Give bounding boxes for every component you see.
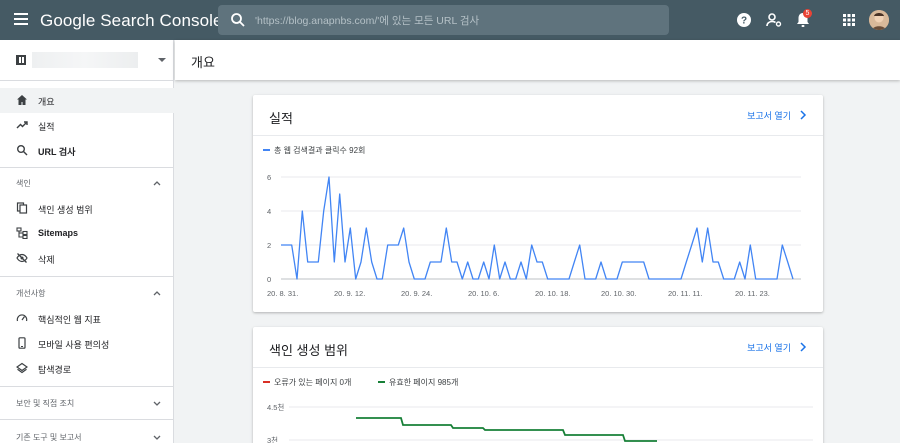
divider — [0, 167, 174, 168]
section-legacy-tools[interactable]: 기존 도구 및 보고서 — [0, 424, 174, 443]
sidebar-item-core-web-vitals[interactable]: 핵심적인 웹 지표 — [0, 306, 174, 331]
notification-badge: 5 — [803, 9, 812, 18]
sidebar-item-removals[interactable]: 삭제 — [0, 246, 174, 271]
divider — [0, 386, 174, 387]
page-header: 개요 — [175, 40, 900, 80]
x-tick-label: 20. 8. 31. — [267, 289, 298, 298]
x-tick-label: 20. 9. 12. — [334, 289, 365, 298]
y-tick-label: 6 — [267, 173, 271, 182]
y-tick-label: 4.5천 — [267, 402, 284, 412]
trending-icon — [16, 121, 28, 129]
top-app-bar: Google Search Console 'https://blog.anap… — [0, 0, 900, 40]
eye-off-icon — [16, 253, 28, 263]
phone-icon — [18, 337, 26, 349]
search-input-placeholder[interactable]: 'https://blog.anapnbs.com/'에 있는 모든 URL 검… — [255, 13, 479, 28]
section-label: 개선사항 — [16, 289, 46, 298]
home-icon — [17, 95, 27, 105]
sidebar-item-label: 색인 생성 범위 — [38, 205, 93, 215]
sidebar-item-mobile-usability[interactable]: 모바일 사용 편의성 — [0, 331, 174, 356]
chevron-down-icon[interactable] — [158, 58, 166, 62]
search-icon — [231, 13, 245, 27]
coverage-chart: 4.5천 3천 — [267, 402, 813, 443]
property-icon — [16, 55, 26, 65]
layers-icon — [16, 362, 28, 374]
sidebar-item-overview[interactable]: 개요 — [0, 88, 174, 113]
divider — [0, 419, 174, 420]
x-tick-label: 20. 11. 23. — [735, 289, 770, 298]
menu-icon[interactable] — [14, 13, 28, 25]
chevron-up-icon[interactable] — [153, 289, 161, 297]
sidebar-item-breadcrumbs[interactable]: 탐색경로 — [0, 356, 174, 381]
y-tick-label: 0 — [267, 275, 271, 284]
property-selector[interactable] — [0, 40, 174, 81]
section-label: 보안 및 직접 조치 — [16, 399, 75, 408]
sidebar-item-label: URL 검사 — [38, 147, 76, 157]
url-inspection-search[interactable]: 'https://blog.anapnbs.com/'에 있는 모든 URL 검… — [218, 5, 669, 35]
index-coverage-card: 색인 생성 범위 보고서 열기 오류가 있는 페이지 0개 유효한 페이지 98… — [253, 327, 823, 443]
divider — [0, 276, 174, 277]
section-security[interactable]: 보안 및 직접 조치 — [0, 390, 174, 415]
performance-card: 실적 보고서 열기 총 웹 검색결과 클릭수 92회 0 2 4 6 20. 8. 31… — [253, 95, 823, 312]
svg-text:?: ? — [741, 16, 747, 27]
search-icon — [17, 145, 28, 156]
property-name-blurred — [32, 52, 138, 68]
sidebar-item-label: 개요 — [38, 97, 55, 107]
sidebar-item-sitemaps[interactable]: Sitemaps — [0, 221, 174, 246]
section-enhancements[interactable]: 개선사항 — [0, 280, 174, 305]
section-index[interactable]: 색인 — [0, 170, 174, 195]
chevron-down-icon[interactable] — [153, 399, 161, 407]
app-title[interactable]: Google Search Console — [40, 11, 223, 31]
x-tick-label: 20. 10. 18. — [535, 289, 570, 298]
x-tick-label: 20. 10. 6. — [468, 289, 499, 298]
sidebar-item-label: 삭제 — [38, 255, 55, 265]
page-title: 개요 — [191, 55, 215, 70]
x-tick-label: 20. 11. 11. — [668, 289, 702, 298]
y-tick-label: 3천 — [267, 435, 278, 443]
sidebar-item-label: 실적 — [38, 122, 55, 132]
gauge-icon — [16, 314, 28, 322]
sidebar-item-performance[interactable]: 실적 — [0, 113, 174, 138]
valid-pages-series-line[interactable] — [356, 417, 657, 442]
section-label: 기존 도구 및 보고서 — [16, 433, 82, 442]
y-tick-label: 2 — [267, 241, 271, 250]
apps-icon[interactable] — [840, 11, 858, 29]
x-tick-label: 20. 10. 30. — [601, 289, 636, 298]
sidebar-item-label: 핵심적인 웹 지표 — [38, 315, 101, 325]
section-label: 색인 — [16, 179, 31, 188]
performance-chart: 0 2 4 6 20. 8. 31. 20. 9. 12. 20. 9. 24. 20. 10… — [267, 173, 801, 298]
sidebar-item-coverage[interactable]: 색인 생성 범위 — [0, 196, 174, 221]
clicks-series-line[interactable] — [281, 176, 794, 280]
sidebar: 개요 실적 URL 검사 색인 색인 생성 범위 Sitemaps 삭제 개선사… — [0, 40, 174, 443]
manage-users-icon[interactable] — [765, 11, 783, 29]
sitemap-icon — [16, 227, 28, 239]
sidebar-item-label: 모바일 사용 편의성 — [38, 340, 110, 350]
chevron-down-icon[interactable] — [153, 433, 161, 441]
help-icon[interactable]: ? — [735, 11, 753, 29]
sidebar-item-label: 탐색경로 — [38, 365, 72, 375]
chevron-up-icon[interactable] — [153, 179, 161, 187]
avatar[interactable] — [869, 10, 889, 30]
copy-icon — [16, 202, 28, 214]
sidebar-item-url-inspection[interactable]: URL 검사 — [0, 138, 174, 163]
x-tick-label: 20. 9. 24. — [401, 289, 432, 298]
y-tick-label: 4 — [267, 207, 271, 216]
sidebar-item-label: Sitemaps — [38, 228, 79, 238]
